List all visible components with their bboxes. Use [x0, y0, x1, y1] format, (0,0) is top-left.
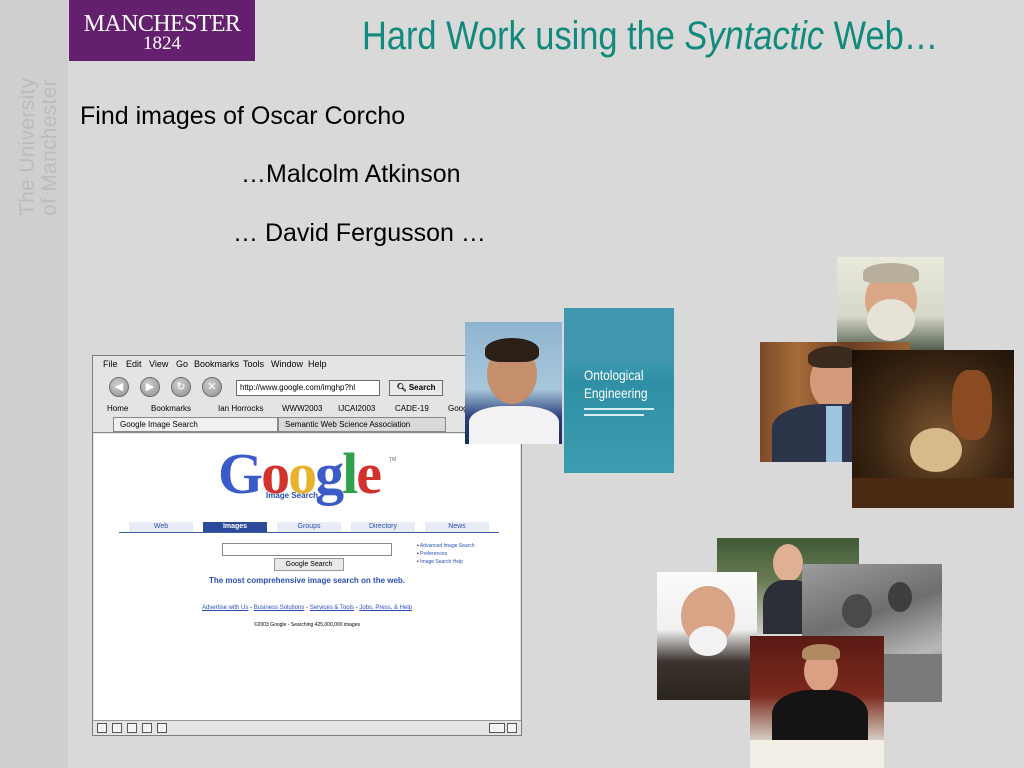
photo-still-life-skull: [852, 350, 1014, 508]
google-logo-letter: e: [356, 441, 382, 506]
logo-year: 1824: [143, 33, 181, 54]
menu-file[interactable]: File: [103, 359, 118, 369]
book-title: Ontological Engineering: [584, 366, 648, 402]
google-search-input[interactable]: [222, 543, 392, 556]
photo-oscar-corcho: [465, 322, 562, 444]
book-title-line1: Ontological: [584, 367, 644, 383]
security-lock-icon: [507, 723, 517, 733]
university-vertical-text: The University of Manchester: [14, 68, 61, 228]
link-advanced-image-search[interactable]: Advanced Image Search: [417, 542, 475, 550]
bookmark-www2003[interactable]: WWW2003: [282, 404, 322, 413]
menu-go[interactable]: Go: [176, 359, 188, 369]
bookmark-home[interactable]: Home: [107, 404, 128, 413]
body-line-malcolm: …Malcolm Atkinson: [241, 160, 461, 188]
url-text: http://www.google.com/imghp?hl: [240, 383, 356, 392]
google-logo-letter: g: [315, 441, 344, 506]
title-emphasis: Syntactic: [684, 14, 825, 58]
menu-bookmarks[interactable]: Bookmarks: [194, 359, 239, 369]
address-book-icon[interactable]: [142, 723, 152, 733]
google-trademark: TM: [389, 457, 397, 463]
browser-statusbar: [93, 720, 521, 735]
composer-icon[interactable]: [127, 723, 137, 733]
photo-man-signing: [750, 636, 884, 768]
back-icon[interactable]: ◀: [109, 377, 129, 397]
menu-tools[interactable]: Tools: [243, 359, 264, 369]
photo-bearded-man: [837, 257, 944, 355]
bookmark-ijcai2003[interactable]: IJCAI2003: [338, 404, 375, 413]
tab-google-image-search[interactable]: Google Image Search: [113, 417, 278, 432]
photo-monk: [657, 572, 757, 700]
google-tab-web[interactable]: Web: [129, 522, 193, 532]
browser-menubar: File Edit View Go Bookmarks Tools Window…: [93, 356, 521, 372]
online-status-icon: [489, 723, 505, 733]
forward-icon[interactable]: ▶: [140, 377, 160, 397]
google-tab-groups[interactable]: Groups: [277, 522, 341, 532]
university-name-line1: The University: [16, 77, 39, 216]
body-line-david: … David Fergusson …: [233, 219, 486, 247]
link-jobs-press-help[interactable]: Jobs, Press, & Help: [359, 605, 412, 611]
body-line-oscar: Find images of Oscar Corcho: [80, 102, 406, 130]
menu-view[interactable]: View: [149, 359, 168, 369]
bookmarks-bar: Home Bookmarks Ian Horrocks WWW2003 IJCA…: [93, 402, 521, 416]
browser-screenshot: File Edit View Go Bookmarks Tools Window…: [92, 355, 522, 736]
google-tab-news[interactable]: News: [425, 522, 489, 532]
link-services-tools[interactable]: Services & Tools: [310, 605, 354, 611]
navigator-icon[interactable]: [97, 723, 107, 733]
manchester-logo: MANCHESTER 1824: [69, 0, 255, 61]
menu-help[interactable]: Help: [308, 359, 327, 369]
menu-window[interactable]: Window: [271, 359, 303, 369]
google-tagline: The most comprehensive image search on t…: [208, 576, 406, 585]
link-business-solutions[interactable]: Business Solutions: [254, 605, 305, 611]
irc-chat-icon[interactable]: [157, 723, 167, 733]
stop-icon[interactable]: ✕: [202, 377, 222, 397]
google-page: Google TM Image Search Web Images Groups…: [94, 434, 520, 720]
browser-navbar: ◀ ▶ ↻ ✕ http://www.google.com/imghp?hl 🔍…: [93, 372, 521, 403]
link-preferences[interactable]: Preferences: [417, 550, 475, 558]
google-logo-letter: l: [342, 441, 358, 506]
link-image-search-help[interactable]: Image Search Help: [417, 558, 475, 566]
link-advertise[interactable]: Advertise with Us: [202, 605, 248, 611]
bookmark-ian-horrocks[interactable]: Ian Horrocks: [218, 404, 263, 413]
reload-icon[interactable]: ↻: [171, 377, 191, 397]
menu-edit[interactable]: Edit: [126, 359, 142, 369]
browser-search-button[interactable]: 🔍︎ Search: [389, 380, 443, 396]
magnifier-icon: 🔍︎: [396, 383, 409, 392]
mail-icon[interactable]: [112, 723, 122, 733]
bookmark-bookmarks[interactable]: Bookmarks: [151, 404, 191, 413]
browser-search-label: Search: [408, 383, 436, 392]
title-suffix: Web…: [824, 14, 939, 58]
google-logo-subtitle: Image Search: [266, 491, 319, 500]
google-tab-images[interactable]: Images: [203, 522, 267, 532]
google-copyright: ©2003 Google - Searching 425,000,000 ima…: [254, 622, 360, 628]
google-side-links: Advanced Image Search Preferences Image …: [417, 542, 475, 566]
google-logo-letter: G: [218, 441, 263, 506]
url-input[interactable]: http://www.google.com/imghp?hl: [236, 380, 380, 396]
title-prefix: Hard Work using the: [362, 14, 685, 58]
browser-tabs: Google Image Search Semantic Web Science…: [93, 416, 521, 433]
google-nav-tabs: Web Images Groups Directory News: [119, 522, 499, 533]
bookmark-cade19[interactable]: CADE-19: [395, 404, 429, 413]
google-footer-links: Advertise with Us - Business Solutions -…: [201, 605, 413, 611]
university-name-line2: of Manchester: [38, 79, 61, 216]
tab-semantic-web-science[interactable]: Semantic Web Science Association: [278, 417, 446, 432]
ontological-engineering-book-cover: Ontological Engineering: [564, 308, 674, 473]
slide-title: Hard Work using the Syntactic Web…: [362, 14, 938, 59]
google-tab-directory[interactable]: Directory: [351, 522, 415, 532]
book-title-line2: Engineering: [584, 385, 648, 401]
google-search-button[interactable]: Google Search: [274, 558, 344, 571]
